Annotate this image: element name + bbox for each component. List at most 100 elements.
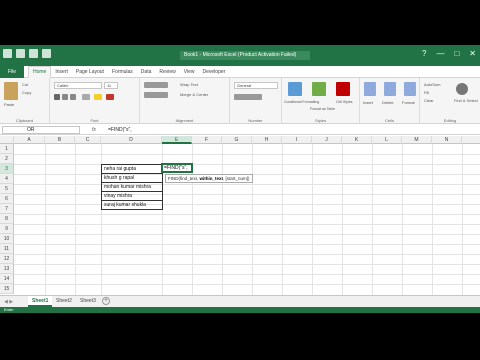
tab-view[interactable]: View	[180, 66, 199, 78]
fill-color-icon[interactable]	[94, 94, 102, 100]
column-header-l[interactable]: L	[372, 136, 402, 144]
font-size-select[interactable]: 11	[104, 82, 118, 89]
row-header-10[interactable]: 10	[0, 234, 14, 244]
minimize-icon[interactable]: —	[436, 49, 444, 58]
redo-icon[interactable]	[42, 49, 51, 58]
cut-button[interactable]: Cut	[22, 82, 28, 87]
wrap-text-button[interactable]: Wrap Text	[180, 82, 198, 87]
column-header-d[interactable]: D	[101, 136, 162, 144]
select-all-corner[interactable]	[0, 136, 14, 144]
row-header-1[interactable]: 1	[0, 144, 14, 154]
find-icon[interactable]	[456, 83, 468, 95]
row-header-3[interactable]: 3	[0, 164, 14, 174]
format-as-table-icon[interactable]	[312, 82, 326, 96]
format-button[interactable]: Format	[402, 100, 415, 105]
number-format-select[interactable]: General	[234, 82, 278, 89]
fx-icon[interactable]: fx	[92, 126, 96, 134]
cell-styles-button[interactable]: Cell Styles	[336, 100, 353, 104]
tab-page-layout[interactable]: Page Layout	[72, 66, 108, 78]
row-header-11[interactable]: 11	[0, 244, 14, 254]
fill-button[interactable]: Fill	[424, 90, 429, 95]
row-header-9[interactable]: 9	[0, 224, 14, 234]
font-name-select[interactable]: Calibri	[54, 82, 102, 89]
tab-formulas[interactable]: Formulas	[108, 66, 137, 78]
bold-icon[interactable]	[54, 94, 60, 100]
italic-icon[interactable]	[62, 94, 68, 100]
delete-cells-icon[interactable]	[384, 82, 396, 96]
format-cells-icon[interactable]	[404, 82, 416, 96]
quick-access-toolbar	[3, 49, 51, 58]
insert-button[interactable]: Insert	[363, 100, 373, 105]
cell-d7[interactable]: suraj kumar shukla	[101, 200, 163, 210]
font-color-icon[interactable]	[106, 94, 114, 100]
clear-button[interactable]: Clear	[424, 98, 434, 103]
number-format-icons[interactable]	[234, 94, 262, 100]
active-cell-e3[interactable]: =FIND("s",	[161, 163, 193, 173]
row-header-13[interactable]: 13	[0, 264, 14, 274]
sheet-tab-2[interactable]: Sheet2	[52, 296, 76, 307]
find-select-button[interactable]: Find & Select	[454, 98, 478, 103]
delete-button[interactable]: Delete	[382, 100, 394, 105]
paste-icon[interactable]	[4, 82, 18, 100]
row-header-2[interactable]: 2	[0, 154, 14, 164]
font-group-label: Font	[90, 118, 99, 123]
underline-icon[interactable]	[70, 94, 76, 100]
sheet-nav-arrows-icon[interactable]: ◀ ▶	[4, 298, 13, 306]
insert-cells-icon[interactable]	[364, 82, 376, 96]
vertical-align-icon[interactable]	[144, 82, 168, 88]
column-header-j[interactable]: J	[312, 136, 342, 144]
cells-group-label: Cells	[385, 118, 394, 123]
tab-data[interactable]: Data	[137, 66, 156, 78]
close-icon[interactable]: ✕	[469, 49, 476, 58]
format-as-table-button[interactable]: Format as Table	[310, 107, 335, 111]
row-header-7[interactable]: 7	[0, 204, 14, 214]
column-header-i[interactable]: I	[282, 136, 312, 144]
conditional-formatting-icon[interactable]	[288, 82, 302, 96]
column-header-a[interactable]: A	[14, 136, 45, 144]
column-header-m[interactable]: M	[402, 136, 432, 144]
row-header-8[interactable]: 8	[0, 214, 14, 224]
merge-center-button[interactable]: Merge & Center	[180, 92, 208, 97]
tab-developer[interactable]: Developer	[199, 66, 230, 78]
row-header-12[interactable]: 12	[0, 254, 14, 264]
column-header-b[interactable]: B	[45, 136, 75, 144]
tab-review[interactable]: Review	[155, 66, 179, 78]
column-header-c[interactable]: C	[75, 136, 101, 144]
formula-input[interactable]: =FIND("s",	[108, 126, 476, 134]
add-sheet-button[interactable]: +	[102, 297, 110, 305]
undo-icon[interactable]	[29, 49, 38, 58]
spreadsheet-grid[interactable]: A B C D E F G H I J K L M N 1 2 3 4 5 6 …	[0, 136, 480, 295]
column-header-e[interactable]: E	[162, 136, 192, 144]
paste-button[interactable]: Paste	[4, 102, 14, 107]
tab-insert[interactable]: Insert	[51, 66, 72, 78]
maximize-icon[interactable]: □	[454, 49, 459, 58]
borders-icon[interactable]	[82, 94, 90, 100]
function-tooltip: FIND(find_text, within_text, [start_num]…	[165, 174, 253, 183]
column-header-h[interactable]: H	[252, 136, 282, 144]
column-header-n[interactable]: N	[432, 136, 462, 144]
save-icon[interactable]	[16, 49, 25, 58]
name-box[interactable]: OR	[2, 126, 80, 134]
row-header-5[interactable]: 5	[0, 184, 14, 194]
horizontal-align-icon[interactable]	[144, 92, 168, 98]
row-header-15[interactable]: 15	[0, 284, 14, 294]
column-header-f[interactable]: F	[192, 136, 222, 144]
sheet-tab-1[interactable]: Sheet1	[28, 296, 53, 307]
row-header-14[interactable]: 14	[0, 274, 14, 284]
column-header-g[interactable]: G	[222, 136, 252, 144]
row-header-4[interactable]: 4	[0, 174, 14, 184]
copy-button[interactable]: Copy	[22, 90, 31, 95]
grid-line	[342, 144, 343, 295]
column-header-k[interactable]: K	[342, 136, 372, 144]
cell-styles-icon[interactable]	[336, 82, 350, 96]
help-icon[interactable]: ?	[422, 49, 426, 58]
autosum-button[interactable]: AutoSum	[424, 82, 440, 87]
sheet-tab-bar: ◀ ▶ Sheet1 Sheet2 Sheet3 +	[0, 295, 480, 307]
tab-home[interactable]: Home	[28, 66, 52, 78]
file-tab[interactable]: File	[0, 66, 24, 78]
row-header-6[interactable]: 6	[0, 194, 14, 204]
sheet-tab-3[interactable]: Sheet3	[76, 296, 100, 307]
grid-line	[14, 274, 480, 275]
styles-group: Conditional Formatting Format as Table C…	[282, 78, 360, 124]
conditional-formatting-button[interactable]: Conditional Formatting	[284, 100, 319, 104]
